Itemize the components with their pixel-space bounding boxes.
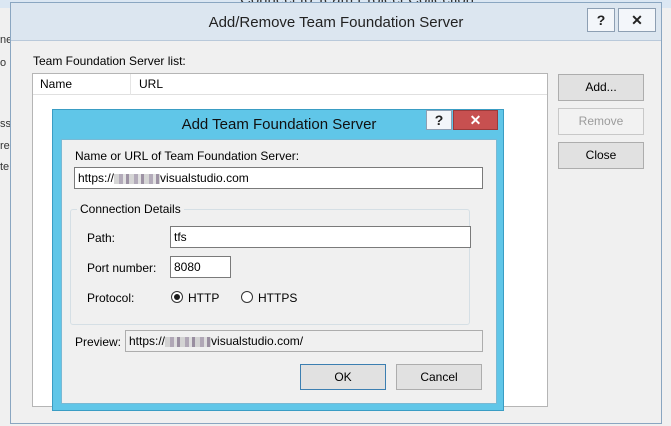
ok-button[interactable]: OK — [300, 364, 386, 390]
background-text: re — [0, 140, 10, 152]
help-button[interactable]: ? — [587, 8, 615, 32]
server-name-suffix: visualstudio.com — [160, 171, 249, 185]
column-header-url[interactable]: URL — [132, 74, 302, 95]
server-name-prefix: https:// — [78, 171, 115, 185]
server-name-input[interactable]: https:// visualstudio.com — [74, 167, 483, 189]
protocol-https-radio[interactable] — [241, 291, 253, 303]
preview-prefix: https:// — [129, 334, 166, 348]
path-input[interactable]: tfs — [170, 226, 471, 248]
protocol-https-label[interactable]: HTTPS — [258, 291, 297, 305]
protocol-http-radio[interactable] — [171, 291, 183, 303]
connection-details-group: Connection Details Path: tfs Port number… — [70, 202, 471, 325]
add-button[interactable]: Add... — [558, 74, 644, 101]
server-list-header: Name URL — [33, 74, 547, 95]
redacted-text — [165, 336, 212, 347]
background-text: te — [0, 161, 10, 173]
dialog-close-button[interactable]: ✕ — [453, 110, 498, 130]
window-close-button[interactable]: ✕ — [618, 8, 656, 32]
redacted-text — [114, 173, 161, 184]
add-remove-title: Add/Remove Team Foundation Server — [208, 14, 464, 31]
preview-suffix: visualstudio.com/ — [211, 334, 304, 348]
connection-details-title: Connection Details — [77, 202, 184, 216]
cancel-button[interactable]: Cancel — [396, 364, 482, 390]
protocol-http-label[interactable]: HTTP — [188, 291, 219, 305]
preview-field: https:// visualstudio.com/ — [125, 330, 483, 352]
close-button[interactable]: Close — [558, 142, 644, 169]
remove-button[interactable]: Remove — [558, 108, 644, 135]
dialog-help-button[interactable]: ? — [426, 110, 452, 130]
background-text: o — [0, 57, 7, 69]
add-server-dialog-body: Name or URL of Team Foundation Server: h… — [61, 139, 497, 404]
port-label: Port number: — [87, 261, 157, 275]
protocol-label: Protocol: — [87, 291, 135, 305]
path-label: Path: — [87, 231, 116, 245]
column-header-name[interactable]: Name — [33, 74, 131, 95]
add-server-dialog: Add Team Foundation Server ? ✕ Name or U… — [52, 109, 504, 411]
server-name-label: Name or URL of Team Foundation Server: — [75, 149, 300, 163]
server-list-label: Team Foundation Server list: — [33, 54, 186, 68]
radio-selected-dot — [174, 294, 180, 300]
preview-label: Preview: — [75, 335, 122, 349]
port-input[interactable]: 8080 — [170, 256, 231, 278]
